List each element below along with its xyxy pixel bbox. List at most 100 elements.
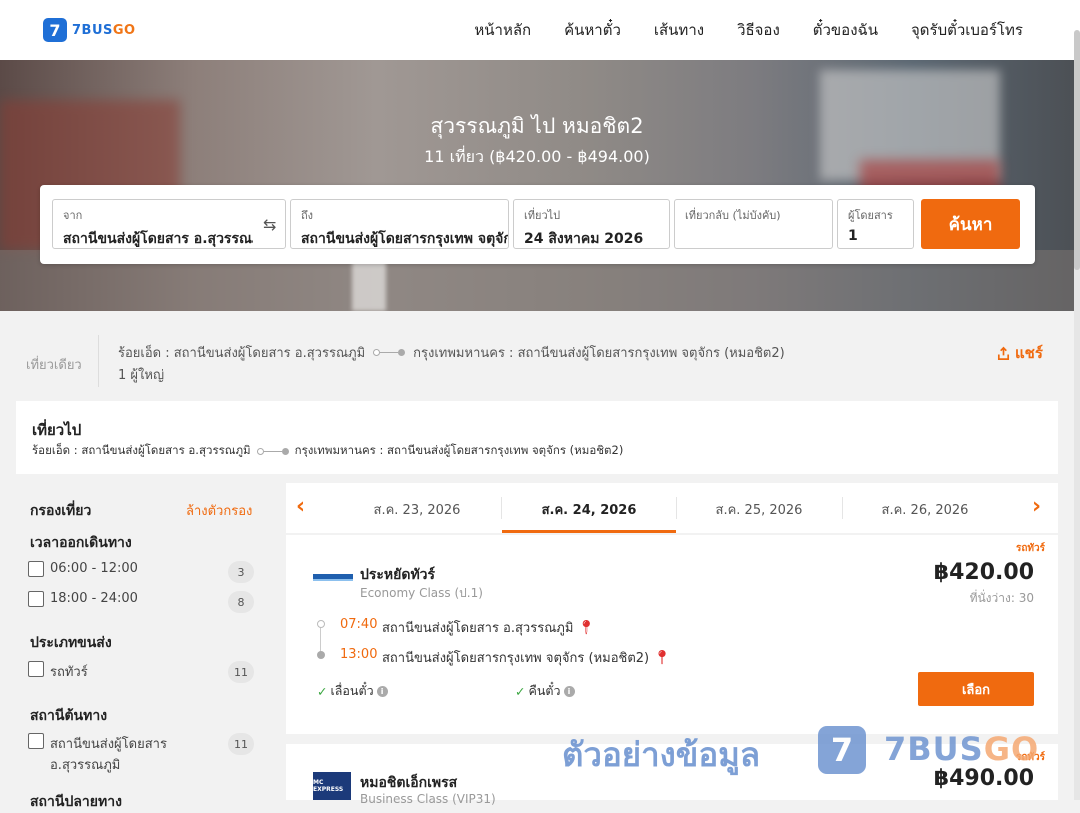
ticket-price: ฿490.00 (933, 766, 1034, 791)
outbound-header: เที่ยวไป ร้อยเอ็ด : สถานีขนส่งผู้โดยสาร … (16, 401, 1058, 474)
trip-to: กรุงเทพมหานคร : สถานีขนส่งผู้โดยสารกรุงเ… (413, 346, 785, 361)
watermark-brand: 7BUSGO (884, 730, 1040, 768)
share-label: แชร์ (1015, 344, 1043, 362)
main-menu: หน้าหลัก ค้นหาตั๋ว เส้นทาง วิธีจอง ตั๋วข… (474, 18, 1023, 42)
operator-name: หมอชิตเอ็กเพรส (360, 775, 458, 791)
checkbox[interactable] (28, 733, 44, 749)
operator-logo-icon (313, 574, 353, 581)
filter-count: 11 (228, 733, 254, 755)
top-nav: 7 7BUSGO หน้าหลัก ค้นหาตั๋ว เส้นทาง วิธี… (0, 0, 1080, 60)
search-button[interactable]: ค้นหา (921, 199, 1020, 249)
outbound-to: กรุงเทพมหานคร : สถานีขนส่งผู้โดยสารกรุงเ… (294, 443, 624, 457)
ticket-price: ฿420.00 (933, 560, 1034, 585)
route-connector-icon (373, 349, 406, 356)
to-value[interactable]: สถานีขนส่งผู้โดยสารกรุงเทพ จตุจักร (301, 228, 508, 248)
trip-route: ร้อยเอ็ด : สถานีขนส่งผู้โดยสาร อ.สุวรรณภ… (118, 342, 785, 363)
filter-option-label: 18:00 - 24:00 (50, 591, 138, 606)
arrive-dot-icon (317, 651, 325, 659)
hero-title: สุวรรณภูมิ ไป หมอชิต2 (430, 114, 644, 138)
nav-ticket-pickup[interactable]: จุดรับตั๋วเบอร์โทร (911, 18, 1023, 42)
info-icon[interactable]: i (563, 685, 575, 697)
filter-section-transport-type: ประเภทขนส่ง (30, 635, 112, 651)
checkbox[interactable] (28, 561, 44, 577)
passenger-field[interactable]: ผู้โดยสาร 1 (837, 199, 914, 249)
filter-option[interactable]: 18:00 - 24:00 (28, 591, 138, 607)
check-icon: ✓ (515, 683, 526, 699)
nav-search-ticket[interactable]: ค้นหาตั๋ว (564, 18, 621, 42)
passenger-label: ผู้โดยสาร (848, 209, 893, 222)
return-date-field[interactable]: เที่ยวกลับ (ไม่บังคับ) (674, 199, 833, 249)
check-icon: ✓ (317, 683, 328, 699)
watermark-logo-icon: 7 (818, 726, 866, 774)
brand-logo[interactable]: 7 7BUSGO (43, 18, 136, 42)
filter-section-origin: สถานีต้นทาง (30, 708, 108, 724)
depart-date-field[interactable]: เที่ยวไป 24 สิงหาคม 2026 (513, 199, 670, 249)
depart-value[interactable]: 24 สิงหาคม 2026 (524, 228, 659, 248)
scrollbar-thumb[interactable] (1074, 30, 1080, 270)
date-tab[interactable]: ส.ค. 25, 2026 (674, 499, 844, 520)
nav-routes[interactable]: เส้นทาง (654, 18, 704, 42)
trip-from: ร้อยเอ็ด : สถานีขนส่งผู้โดยสาร อ.สุวรรณภ… (118, 346, 366, 361)
filter-option[interactable]: สถานีขนส่งผู้โดยสาร อ.สุวรรณภูมิ (28, 733, 167, 775)
filter-option[interactable]: 06:00 - 12:00 (28, 561, 138, 577)
sample-data-watermark: ตัวอย่างข้อมูล (562, 735, 761, 774)
operator-name: ประหยัดทัวร์ (360, 567, 436, 583)
outbound-title: เที่ยวไป (32, 421, 82, 439)
operator-logo-icon: MC EXPRESS (313, 772, 351, 800)
filter-panel: กรองเที่ยว ล้างตัวกรอง เวลาออกเดินทาง 06… (16, 483, 270, 810)
filter-option-label: สถานีขนส่งผู้โดยสาร อ.สุวรรณภูมิ (50, 737, 167, 773)
next-date-icon[interactable]: › (1032, 494, 1041, 519)
to-field[interactable]: ถึง สถานีขนส่งผู้โดยสารกรุงเทพ จตุจักร (290, 199, 509, 249)
nav-home[interactable]: หน้าหลัก (474, 18, 531, 42)
outbound-route: ร้อยเอ็ด : สถานีขนส่งผู้โดยสาร อ.สุวรรณภ… (32, 442, 623, 460)
filter-option-label: 06:00 - 12:00 (50, 561, 138, 576)
date-tab-active[interactable]: ส.ค. 24, 2026 (504, 499, 674, 520)
from-value[interactable]: สถานีขนส่งผู้โดยสาร อ.สุวรรณภูมิ (63, 228, 253, 248)
trip-type: เที่ยวเดียว (26, 358, 82, 373)
clear-filters-button[interactable]: ล้างตัวกรอง (186, 500, 252, 521)
filter-title: กรองเที่ยว (30, 503, 92, 519)
depart-label: เที่ยวไป (524, 209, 561, 222)
filter-count: 8 (228, 591, 254, 613)
passenger-value[interactable]: 1 (848, 228, 903, 244)
vehicle-type-badge: รถทัวร์ (1015, 543, 1045, 554)
divider (98, 335, 99, 387)
filter-section-departure-time: เวลาออกเดินทาง (30, 535, 132, 551)
select-trip-button[interactable]: เลือก (918, 672, 1034, 706)
trip-summary: เที่ยวเดียว ร้อยเอ็ด : สถานีขนส่งผู้โดยส… (0, 311, 1074, 400)
nav-how-to-book[interactable]: วิธีจอง (737, 18, 780, 42)
depart-station: สถานีขนส่งผู้โดยสาร อ.สุวรรณภูมิ 📍︎ (382, 619, 596, 637)
checkbox[interactable] (28, 591, 44, 607)
to-label: ถึง (301, 209, 314, 222)
map-pin-icon[interactable]: 📍︎ (577, 620, 595, 636)
arrive-time: 13:00 (340, 647, 378, 662)
date-selector: ‹ ส.ค. 23, 2026 ส.ค. 24, 2026 ส.ค. 25, 2… (286, 483, 1058, 533)
depart-dot-icon (317, 620, 325, 628)
bus-class: Economy Class (ป.1) (360, 586, 483, 600)
nav-my-tickets[interactable]: ตั๋วของฉัน (813, 18, 878, 42)
bus-class: Business Class (VIP31) (360, 792, 496, 806)
map-pin-icon[interactable]: 📍︎ (653, 650, 671, 666)
checkbox[interactable] (28, 661, 44, 677)
return-label: เที่ยวกลับ (ไม่บังคับ) (685, 209, 781, 222)
logo-text: 7BUSGO (72, 22, 136, 38)
seats-available: ที่นั่งว่าง: 30 (969, 591, 1034, 605)
filter-count: 3 (228, 561, 254, 583)
active-date-indicator (502, 530, 676, 533)
share-button[interactable]: แชร์ (996, 341, 1043, 365)
date-tab[interactable]: ส.ค. 23, 2026 (332, 499, 502, 520)
info-icon[interactable]: i (376, 685, 388, 697)
prev-date-icon[interactable]: ‹ (296, 494, 305, 519)
hero-subtitle: 11 เที่ยว (฿420.00 - ฿494.00) (424, 147, 650, 166)
search-form: จาก สถานีขนส่งผู้โดยสาร อ.สุวรรณภูมิ ⇆ ถ… (40, 185, 1035, 264)
swap-icon[interactable]: ⇆ (263, 215, 276, 234)
filter-option-label: รถทัวร์ (50, 665, 88, 680)
logo-mark-icon: 7 (43, 18, 67, 42)
from-label: จาก (63, 209, 83, 222)
share-icon (997, 346, 1010, 360)
result-card: รถทัวร์ ประหยัดทัวร์ Economy Class (ป.1)… (286, 535, 1058, 734)
date-tab[interactable]: ส.ค. 26, 2026 (840, 499, 1010, 520)
from-field[interactable]: จาก สถานีขนส่งผู้โดยสาร อ.สุวรรณภูมิ (52, 199, 286, 249)
filter-option[interactable]: รถทัวร์ (28, 661, 88, 682)
route-connector-icon (256, 447, 289, 455)
